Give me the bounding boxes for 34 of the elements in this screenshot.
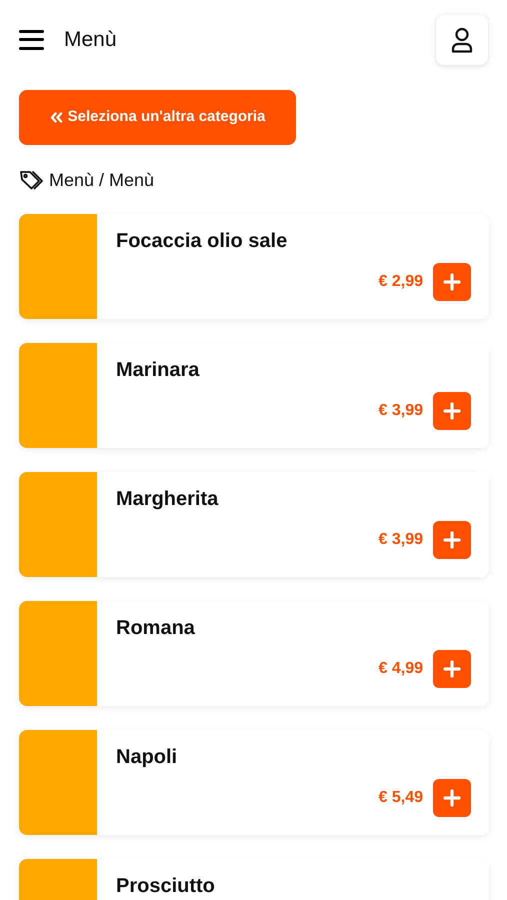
add-button[interactable] (433, 521, 471, 559)
plus-icon (443, 789, 461, 807)
plus-icon (443, 273, 461, 291)
product-name: Marinara (116, 358, 200, 382)
product-name: Romana (116, 616, 196, 640)
plus-icon (443, 660, 461, 678)
product-card[interactable]: Margherita € 3,99 (19, 472, 489, 577)
user-button[interactable] (436, 14, 488, 64)
plus-icon (443, 402, 461, 420)
add-button[interactable] (433, 392, 471, 430)
product-card[interactable]: Napoli € 5,49 (19, 730, 489, 835)
breadcrumb: Menù / Menù (49, 169, 154, 192)
add-button[interactable] (433, 263, 471, 301)
product-price: € 4,99 (378, 659, 423, 679)
plus-icon (443, 531, 461, 549)
page-title: Menù (64, 26, 117, 53)
product-name: Prosciutto (116, 874, 216, 898)
product-card[interactable]: Marinara € 3,99 (19, 343, 489, 448)
product-price: € 5,49 (378, 788, 423, 808)
product-card[interactable]: Romana € 4,99 (19, 601, 489, 706)
product-price: € 3,99 (378, 530, 423, 550)
user-icon (450, 26, 474, 52)
product-name: Margherita (116, 487, 220, 511)
add-button[interactable] (433, 779, 471, 817)
double-chevron-left-icon (50, 112, 63, 123)
product-name: Focaccia olio sale (116, 229, 288, 253)
menu-icon[interactable] (19, 28, 44, 50)
add-button[interactable] (433, 650, 471, 688)
product-card[interactable]: Focaccia olio sale € 2,99 (19, 214, 489, 319)
tags-icon (19, 170, 45, 192)
product-name: Napoli (116, 745, 178, 769)
product-price: € 2,99 (378, 272, 423, 292)
product-price: € 3,99 (378, 401, 423, 421)
product-card[interactable]: Prosciutto (19, 859, 489, 900)
